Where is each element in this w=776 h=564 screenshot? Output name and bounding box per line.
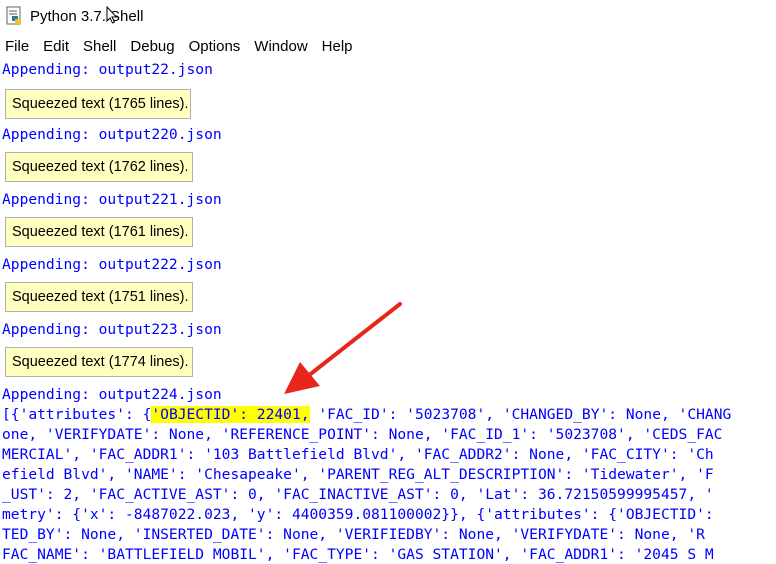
menu-help[interactable]: Help <box>315 38 360 55</box>
python-idle-icon <box>6 6 24 26</box>
appending-line: Appending: output22.json <box>2 61 213 78</box>
mouse-cursor-icon <box>106 5 118 24</box>
squeezed-text-button[interactable]: Squeezed text (1761 lines). <box>5 217 193 247</box>
menu-window[interactable]: Window <box>247 38 314 55</box>
output-line: FAC_NAME': 'BATTLEFIELD MOBIL', 'FAC_TYP… <box>2 546 714 563</box>
title-bar: Python 3.7. Shell <box>0 0 776 32</box>
output-line: efield Blvd', 'NAME': 'Chesapeake', 'PAR… <box>2 466 714 483</box>
menu-bar: File Edit Shell Debug Options Window Hel… <box>0 34 776 58</box>
appending-line: Appending: output221.json <box>2 191 222 208</box>
output-line: one, 'VERIFYDATE': None, 'REFERENCE_POIN… <box>2 426 723 443</box>
objectid-highlight: 'OBJECTID': 22401, <box>151 406 310 423</box>
squeezed-text-button[interactable]: Squeezed text (1762 lines). <box>5 152 193 182</box>
appending-line: Appending: output223.json <box>2 321 222 338</box>
menu-debug[interactable]: Debug <box>123 38 181 55</box>
appending-line: Appending: output220.json <box>2 126 222 143</box>
menu-options[interactable]: Options <box>182 38 248 55</box>
output-line: MERCIAL', 'FAC_ADDR1': '103 Battlefield … <box>2 446 714 463</box>
output-line: _UST': 2, 'FAC_ACTIVE_AST': 0, 'FAC_INAC… <box>2 486 714 503</box>
window-title: Python 3.7. Shell <box>30 7 144 25</box>
squeezed-text-button[interactable]: Squeezed text (1765 lines). <box>5 89 191 119</box>
output-line: metry': {'x': -8487022.023, 'y': 4400359… <box>2 506 714 523</box>
output-prefix: [{'attributes': { <box>2 406 152 423</box>
appending-line: Appending: output222.json <box>2 256 222 273</box>
menu-shell[interactable]: Shell <box>76 38 123 55</box>
squeezed-text-button[interactable]: Squeezed text (1751 lines). <box>5 282 193 312</box>
menu-file[interactable]: File <box>0 38 36 55</box>
output-line-first: [{'attributes': {'OBJECTID': 22401, 'FAC… <box>2 405 731 425</box>
red-arrow-icon <box>270 290 410 400</box>
appending-line: Appending: output224.json <box>2 386 222 403</box>
menu-edit[interactable]: Edit <box>36 38 76 55</box>
output-line: TED_BY': None, 'INSERTED_DATE': None, 'V… <box>2 526 705 543</box>
output-suffix: 'FAC_ID': '5023708', 'CHANGED_BY': None,… <box>309 406 732 423</box>
squeezed-text-button[interactable]: Squeezed text (1774 lines). <box>5 347 193 377</box>
